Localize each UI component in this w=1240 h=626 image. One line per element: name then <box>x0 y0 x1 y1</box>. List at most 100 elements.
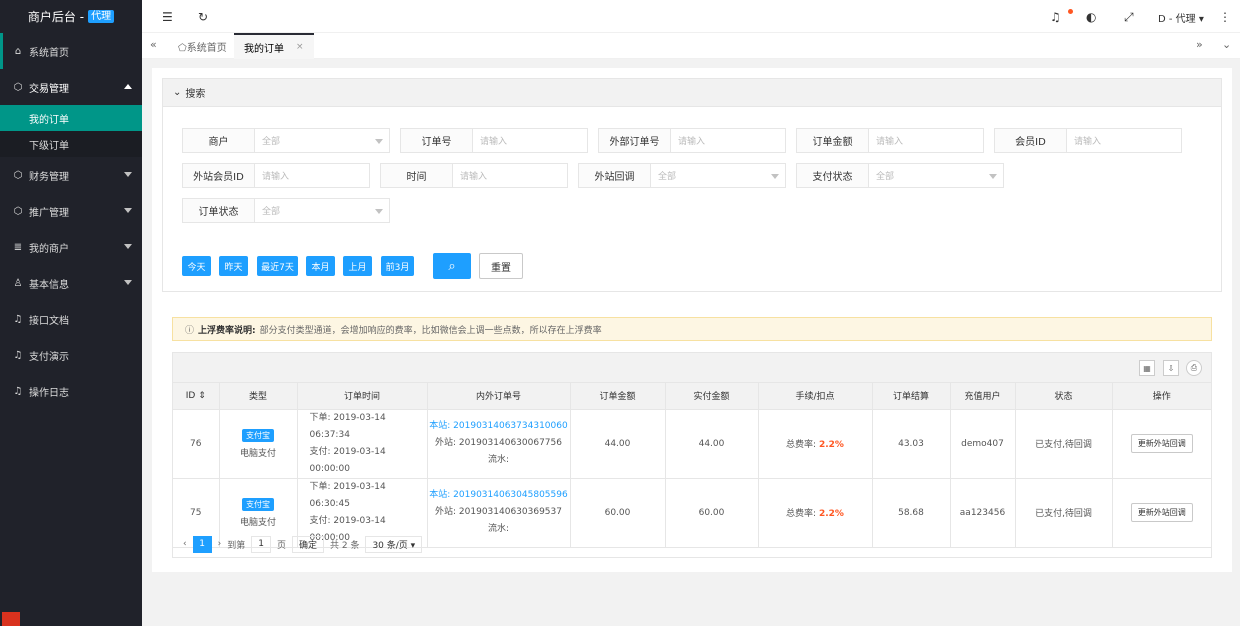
tab-label: 我的订单 <box>244 43 284 55</box>
sidebar-item-api-docs[interactable]: ♫ 接口文档 <box>0 301 142 337</box>
ext-member-id-field[interactable]: 外站会员ID 请输入 <box>182 163 370 188</box>
field-label: 订单状态 <box>183 199 255 222</box>
sidebar-subitem-sub-orders[interactable]: 下级订单 <box>0 131 142 157</box>
tab-scroll-left-icon[interactable]: « <box>150 38 157 51</box>
inner-order-link[interactable]: 本站: 20190314063045805596 <box>428 487 570 504</box>
print-icon[interactable]: ⎙ <box>1186 360 1202 376</box>
menu-fold-icon[interactable]: ☰ <box>162 10 173 24</box>
sidebar-item-label: 支付演示 <box>29 351 69 363</box>
sidebar-item-label: 财务管理 <box>29 171 69 183</box>
sidebar-item-trade[interactable]: ⬡ 交易管理 <box>0 69 142 105</box>
sidebar-item-promotion[interactable]: ⬡ 推广管理 <box>0 193 142 229</box>
last-7-days-button[interactable]: 最近7天 <box>257 256 298 276</box>
user-icon: ♙ <box>13 277 23 289</box>
select-text: 全部 <box>262 137 281 147</box>
this-month-button[interactable]: 本月 <box>306 256 335 276</box>
bell-icon[interactable]: ♫ <box>1050 10 1061 24</box>
cell-type: 支付宝 电脑支付 <box>219 409 298 479</box>
col-fee: 手续/扣点 <box>758 383 873 410</box>
field-label: 时间 <box>381 164 453 187</box>
confirm-button[interactable]: 确定 <box>291 535 324 553</box>
merchant-select[interactable]: 商户 全部 <box>182 128 390 153</box>
search-panel-header[interactable]: ⌄ 搜索 <box>163 79 1221 107</box>
goto-label: 到第 <box>227 540 246 551</box>
select-text: 全部 <box>876 172 895 182</box>
flow-no: 流水: <box>487 455 510 465</box>
tab-my-orders[interactable]: 我的订单 × <box>234 33 314 59</box>
chevron-down-icon[interactable]: ⌄ <box>1222 38 1231 51</box>
reset-button[interactable]: 重置 <box>479 253 523 279</box>
ext-order-no-field[interactable]: 外部订单号 请输入 <box>598 128 786 153</box>
pay-method: 电脑支付 <box>239 448 276 459</box>
col-id[interactable]: ID ⇕ <box>173 383 220 410</box>
sidebar-subitem-my-orders[interactable]: 我的订单 <box>0 105 142 131</box>
tab-home[interactable]: ⬠系统首页 <box>168 33 237 59</box>
member-id-input[interactable]: 请输入 <box>1067 129 1181 152</box>
refresh-icon[interactable]: ↻ <box>198 10 208 24</box>
page-unit: 页 <box>276 540 286 551</box>
order-no-input[interactable]: 请输入 <box>473 129 587 152</box>
close-icon[interactable]: × <box>296 42 304 52</box>
orders-grid: ID ⇕ 类型 订单时间 内外订单号 订单金额 实付金额 手续/扣点 订单结算 … <box>173 383 1211 548</box>
last-month-button[interactable]: 上月 <box>343 256 372 276</box>
sidebar-item-pay-demo[interactable]: ♫ 支付演示 <box>0 337 142 373</box>
search-panel: ⌄ 搜索 商户 全部 订单号 请输入 外部订单号 请输入 订单金额 请输入 会员… <box>162 78 1222 292</box>
fullscreen-icon[interactable]: ⤢ <box>1124 10 1134 25</box>
sidebar-item-op-log[interactable]: ♫ 操作日志 <box>0 373 142 409</box>
chevron-up-icon <box>124 84 132 89</box>
amount-input[interactable]: 请输入 <box>869 129 983 152</box>
select-value[interactable]: 全部 <box>255 129 389 152</box>
page-current[interactable]: 1 <box>192 535 212 553</box>
prev-page-icon[interactable]: ‹ <box>183 539 187 549</box>
page-size-select[interactable]: 30 条/页 ▾ <box>365 535 423 553</box>
today-button[interactable]: 今天 <box>182 256 211 276</box>
callback-select[interactable]: 外站回调 全部 <box>578 163 786 188</box>
col-settle: 订单结算 <box>872 383 951 410</box>
field-label: 外部订单号 <box>599 129 671 152</box>
next-page-icon[interactable]: › <box>218 539 222 549</box>
cell-paid: 44.00 <box>665 409 759 479</box>
sort-icon[interactable]: ⇕ <box>198 391 206 401</box>
columns-icon[interactable]: ▦ <box>1139 360 1155 376</box>
theme-icon[interactable]: ◐ <box>1086 10 1096 24</box>
update-callback-button[interactable]: 更新外站回调 <box>1130 503 1193 522</box>
export-icon[interactable]: ⇩ <box>1163 360 1179 376</box>
rate-notice: ⓘ 上浮费率说明: 部分支付类型通道，会增加响应的费率，比如微信会上调一些点数，… <box>172 317 1212 341</box>
ext-order-no-input[interactable]: 请输入 <box>671 129 785 152</box>
select-value[interactable]: 全部 <box>869 164 1003 187</box>
pay-status-select[interactable]: 支付状态 全部 <box>796 163 1004 188</box>
update-callback-button[interactable]: 更新外站回调 <box>1130 434 1193 453</box>
notice-text: 部分支付类型通道，会增加响应的费率，比如微信会上调一些点数，所以存在上浮费率 <box>259 325 602 336</box>
last-3-months-button[interactable]: 前3月 <box>381 256 414 276</box>
member-id-field[interactable]: 会员ID 请输入 <box>994 128 1182 153</box>
col-order-time: 订单时间 <box>297 383 428 410</box>
sidebar-item-finance[interactable]: ⬡ 财务管理 <box>0 157 142 193</box>
select-value[interactable]: 全部 <box>255 199 389 222</box>
more-icon[interactable]: ⋮ <box>1219 10 1231 24</box>
cell-id: 76 <box>173 409 220 479</box>
inner-order-link[interactable]: 本站: 20190314063734310060 <box>428 418 570 435</box>
col-order-no: 内外订单号 <box>427 383 571 410</box>
page-input[interactable]: 1 <box>251 535 271 553</box>
sidebar-item-home[interactable]: ⌂ 系统首页 <box>0 33 142 69</box>
time-field[interactable]: 时间 请输入 <box>380 163 568 188</box>
tab-scroll-right-icon[interactable]: » <box>1196 38 1203 51</box>
ext-member-id-input[interactable]: 请输入 <box>255 164 369 187</box>
select-text: 全部 <box>658 172 677 182</box>
search-button[interactable]: ⌕ <box>433 253 471 279</box>
order-no-field[interactable]: 订单号 请输入 <box>400 128 588 153</box>
amount-field[interactable]: 订单金额 请输入 <box>796 128 984 153</box>
table-row: 76 支付宝 电脑支付 下单: 2019-03-14 06:37:34 支付: … <box>173 409 1211 479</box>
yesterday-button[interactable]: 昨天 <box>219 256 248 276</box>
chevron-down-icon <box>124 208 132 213</box>
user-menu[interactable]: D - 代理 ▾ <box>1158 10 1204 25</box>
sidebar-item-merchants[interactable]: ≣ 我的商户 <box>0 229 142 265</box>
pagination: ‹ 1 › 到第 1 页 确定 共 2 条 30 条/页 ▾ <box>173 531 1211 557</box>
order-status-select[interactable]: 订单状态 全部 <box>182 198 390 223</box>
chevron-down-icon <box>124 280 132 285</box>
sidebar-item-basic-info[interactable]: ♙ 基本信息 <box>0 265 142 301</box>
select-value[interactable]: 全部 <box>651 164 785 187</box>
time-input[interactable]: 请输入 <box>453 164 567 187</box>
fee-label: 总费率: <box>786 440 817 450</box>
col-user: 充值用户 <box>950 383 1016 410</box>
